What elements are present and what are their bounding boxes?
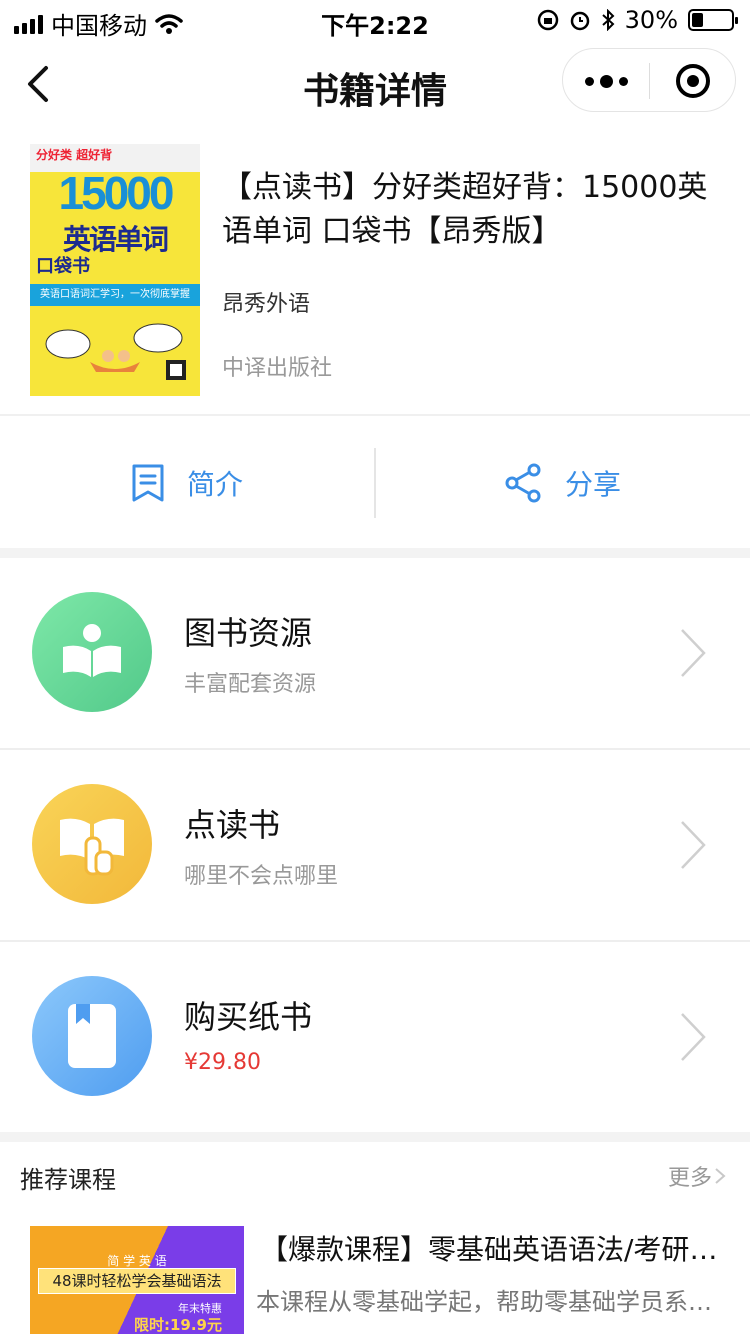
- course-card[interactable]: 简 学 英 语 48课时轻松学会基础语法 年末特惠 限时:19.9元 【爆款课程…: [0, 1224, 750, 1334]
- book-publisher: 中译出版社: [222, 356, 333, 381]
- bluetooth-icon: [601, 9, 615, 31]
- chevron-right-icon: [681, 629, 706, 677]
- recommended-label: 推荐课程: [20, 1166, 116, 1194]
- section-gap: [0, 548, 750, 558]
- close-mini-program-button[interactable]: [650, 49, 736, 113]
- paper-book-price: ¥29.80: [184, 1050, 261, 1075]
- book-resources-icon: [32, 592, 152, 712]
- chevron-right-icon: [681, 1013, 706, 1061]
- share-label: 分享: [564, 468, 621, 501]
- thumb-brand: 简 学 英 语: [107, 1254, 167, 1268]
- paper-book-icon: [32, 976, 152, 1096]
- feature-book-resources[interactable]: 图书资源 丰富配套资源: [0, 558, 750, 748]
- book-title: 【点读书】分好类超好背：15000英语单词 口袋书【昂秀版】: [222, 170, 708, 249]
- share-icon: [505, 463, 541, 503]
- book-info: 分好类 超好背 15000 英语单词 口袋书 英语口语词汇学习，一次彻底掌握 【…: [0, 128, 750, 416]
- status-right: 30%: [537, 6, 738, 34]
- book-cover[interactable]: 分好类 超好背 15000 英语单词 口袋书 英语口语词汇学习，一次彻底掌握: [30, 144, 200, 396]
- thumb-headline: 48课时轻松学会基础语法: [38, 1268, 236, 1294]
- action-row: 简介 分享: [0, 418, 750, 548]
- rotation-lock-icon: [537, 9, 558, 31]
- dot-icon: [584, 76, 594, 86]
- battery-icon: [688, 9, 738, 31]
- share-button[interactable]: 分享: [376, 418, 750, 548]
- section-gap: [0, 1132, 750, 1142]
- cover-number: 15000: [58, 167, 175, 219]
- course-desc: 本课程从零基础学起，帮助零基础学员系统掌握英语语法: [256, 1288, 722, 1316]
- feature-point-read-book[interactable]: 点读书 哪里不会点哪里: [0, 750, 750, 940]
- book-author: 昂秀外语: [222, 292, 311, 317]
- chevron-right-icon: [715, 1168, 726, 1184]
- dot-icon: [618, 76, 628, 86]
- intro-label: 简介: [186, 468, 243, 501]
- cover-band: 英语口语词汇学习，一次彻底掌握: [30, 284, 200, 306]
- thumb-price: 限时:19.9元: [133, 1316, 222, 1334]
- bookmark-doc-icon: [132, 464, 164, 502]
- status-bar: 中国移动 下午2:22 30%: [0, 0, 750, 40]
- cover-headline: 分好类 超好背: [36, 148, 113, 162]
- chevron-right-icon: [681, 821, 706, 869]
- feature-desc: 丰富配套资源: [184, 672, 317, 697]
- more-courses-link[interactable]: 更多: [668, 1160, 726, 1192]
- course-thumbnail: 简 学 英 语 48课时轻松学会基础语法 年末特惠 限时:19.9元: [30, 1226, 244, 1334]
- cover-subtitle: 口袋书: [36, 256, 90, 277]
- feature-name: 图书资源: [184, 614, 313, 652]
- target-icon: [676, 64, 710, 98]
- recommended-header: 推荐课程 更多: [0, 1142, 750, 1206]
- more-label: 更多: [667, 1166, 712, 1191]
- feature-name: 购买纸书: [184, 998, 313, 1036]
- cover-illustration: [45, 323, 186, 380]
- dot-icon: [599, 74, 613, 88]
- alarm-icon: [570, 11, 589, 31]
- point-read-icon: [32, 784, 152, 904]
- feature-name: 点读书: [184, 806, 281, 844]
- more-menu-button[interactable]: [563, 49, 649, 113]
- course-title: 【爆款课程】零基础英语语法/考研/考公/考四六级/中高考: [260, 1233, 722, 1266]
- feature-buy-paper-book[interactable]: 购买纸书 ¥29.80: [0, 942, 750, 1132]
- navigation-bar: 书籍详情: [0, 40, 750, 128]
- mini-program-capsule: [562, 48, 736, 112]
- feature-desc: 哪里不会点哪里: [184, 864, 339, 889]
- battery-percent: 30%: [624, 6, 678, 34]
- intro-button[interactable]: 简介: [0, 418, 374, 548]
